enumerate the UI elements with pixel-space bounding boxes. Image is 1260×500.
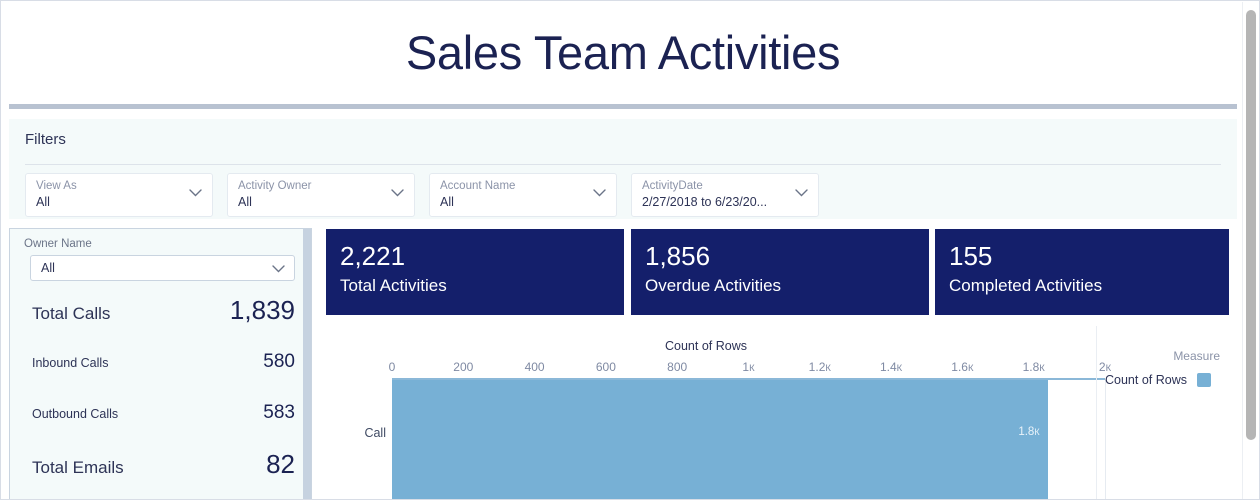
legend-label: Count of Rows bbox=[1105, 373, 1187, 387]
kpi-card-completed-activities[interactable]: 155 Completed Activities bbox=[935, 229, 1229, 315]
filter-activity-owner-value: All bbox=[238, 195, 252, 209]
owner-name-select-value: All bbox=[41, 261, 55, 275]
filter-row: View As All Activity Owner All Account N… bbox=[25, 173, 819, 217]
window-scrollbar-thumb[interactable] bbox=[1246, 10, 1256, 440]
x-axis-tick-label: 1.4К bbox=[879, 360, 903, 374]
metric-value: 583 bbox=[263, 402, 295, 423]
kpi-label: Overdue Activities bbox=[645, 276, 782, 295]
chart-category-label: Call bbox=[364, 426, 386, 440]
x-axis-tick-label: 800 bbox=[667, 360, 688, 374]
filter-activity-date-caption: ActivityDate bbox=[642, 180, 703, 192]
kpi-label: Completed Activities bbox=[949, 276, 1103, 295]
x-axis-tick-label: 1.6К bbox=[951, 360, 974, 374]
chart-bar-value-label: 1.8К bbox=[1018, 426, 1040, 438]
filters-divider bbox=[25, 164, 1221, 165]
chart-bar-call[interactable] bbox=[392, 380, 1048, 499]
dashboard-header: Sales Team Activities bbox=[2, 2, 1244, 102]
x-axis-tick-label: 0 bbox=[388, 360, 396, 374]
chart-title: Count of Rows bbox=[665, 339, 747, 353]
filter-account-name-caption: Account Name bbox=[440, 180, 516, 192]
x-axis-tick-label: 1.8К bbox=[1022, 360, 1045, 374]
x-axis-tick-label: 600 bbox=[595, 360, 616, 374]
filter-activity-owner[interactable]: Activity Owner All bbox=[227, 173, 415, 217]
filter-activity-date-value: 2/27/2018 to 6/23/20... bbox=[642, 195, 768, 209]
owner-name-select[interactable]: All bbox=[30, 255, 295, 281]
bar-chart: Count of Rows 0 200 400 600 800 1К 1.2К 1.4К 1.6… bbox=[326, 326, 1229, 499]
chevron-down-icon[interactable] bbox=[189, 189, 202, 197]
metric-value: 1,839 bbox=[229, 295, 295, 325]
owner-metrics-panel: Owner Name All Total Calls 1,839 Inbound… bbox=[9, 228, 312, 499]
legend-color-swatch bbox=[1196, 373, 1211, 387]
legend-item-count-of-rows[interactable]: Count of Rows bbox=[1105, 373, 1211, 387]
legend-title: Measure bbox=[1173, 349, 1220, 363]
dashboard-root: Sales Team Activities Filters View As Al… bbox=[0, 0, 1260, 500]
window-scrollbar-track[interactable] bbox=[1242, 2, 1258, 499]
filters-panel: Filters View As All Activity Owner All A… bbox=[9, 119, 1237, 219]
kpi-value: 2,221 bbox=[340, 241, 406, 271]
filters-section-label: Filters bbox=[25, 131, 66, 148]
metric-label: Inbound Calls bbox=[32, 356, 109, 370]
chevron-down-icon[interactable] bbox=[272, 265, 285, 273]
metric-label: Total Emails bbox=[32, 458, 124, 477]
filter-activity-owner-caption: Activity Owner bbox=[238, 180, 312, 192]
filter-view-as-value: All bbox=[36, 195, 50, 209]
metric-value: 82 bbox=[266, 449, 295, 479]
filter-activity-date[interactable]: ActivityDate 2/27/2018 to 6/23/20... bbox=[631, 173, 819, 217]
kpi-value: 155 bbox=[949, 241, 993, 271]
kpi-card-overdue-activities[interactable]: 1,856 Overdue Activities bbox=[631, 229, 929, 315]
metric-row-outbound-calls[interactable]: Outbound Calls 583 bbox=[32, 402, 295, 424]
x-axis-tick-label: 200 bbox=[453, 360, 474, 374]
kpi-card-total-activities[interactable]: 2,221 Total Activities bbox=[326, 229, 624, 315]
x-axis-tick-label: 1.2К bbox=[808, 360, 831, 374]
owner-name-label: Owner Name bbox=[24, 238, 92, 250]
metric-value: 580 bbox=[263, 351, 295, 372]
page-title: Sales Team Activities bbox=[405, 25, 841, 79]
kpi-value: 1,856 bbox=[645, 241, 711, 271]
metric-row-total-calls[interactable]: Total Calls 1,839 bbox=[32, 295, 295, 326]
metric-row-inbound-calls[interactable]: Inbound Calls 580 bbox=[32, 351, 295, 373]
x-axis-tick-label: 1К bbox=[742, 360, 755, 374]
filter-account-name[interactable]: Account Name All bbox=[429, 173, 617, 217]
filter-view-as[interactable]: View As All bbox=[25, 173, 213, 217]
chevron-down-icon[interactable] bbox=[391, 189, 404, 197]
metric-label: Total Calls bbox=[32, 304, 111, 323]
filter-view-as-caption: View As bbox=[36, 180, 77, 192]
x-axis-tick-label: 400 bbox=[524, 360, 545, 374]
owner-panel-scrollbar[interactable] bbox=[303, 229, 311, 499]
filter-account-name-value: All bbox=[440, 195, 454, 209]
chevron-down-icon[interactable] bbox=[593, 189, 606, 197]
chevron-down-icon[interactable] bbox=[795, 189, 808, 197]
metric-row-total-emails[interactable]: Total Emails 82 bbox=[32, 449, 295, 480]
header-divider bbox=[9, 104, 1237, 109]
kpi-label: Total Activities bbox=[340, 276, 447, 295]
metric-label: Outbound Calls bbox=[32, 407, 119, 421]
chart-legend: Measure Count of Rows bbox=[1096, 326, 1229, 499]
